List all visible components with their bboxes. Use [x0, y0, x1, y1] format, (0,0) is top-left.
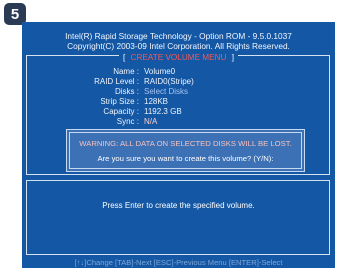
field-disks-label: Disks : — [115, 87, 139, 96]
field-strip-size-label: Strip Size : — [100, 97, 139, 106]
create-confirm-prompt[interactable]: Are you sure you want to create this vol… — [67, 154, 304, 164]
field-strip-size-value[interactable]: 128KB — [144, 97, 168, 107]
field-sync[interactable]: Sync : N/A — [22, 117, 332, 127]
menu-title-bracket-right: ] — [229, 53, 236, 62]
field-raid-level-value[interactable]: RAID0(Stripe) — [144, 77, 194, 87]
header-title: Intel(R) Rapid Storage Technology - Opti… — [65, 31, 292, 41]
field-capacity-value[interactable]: 1192.3 GB — [144, 107, 182, 117]
field-disks[interactable]: Disks : Select Disks — [22, 87, 332, 97]
header-copyright: Copyright(C) 2003-09 Intel Corporation. … — [67, 41, 290, 51]
field-capacity-label: Capacity : — [103, 107, 139, 116]
field-name-value[interactable]: Volume0 — [144, 67, 175, 77]
field-disks-value[interactable]: Select Disks — [144, 87, 188, 97]
menu-title-label: CREATE VOLUME MENU — [129, 53, 228, 62]
field-sync-value[interactable]: N/A — [144, 117, 157, 127]
field-name[interactable]: Name : Volume0 — [22, 67, 332, 77]
field-sync-label: Sync : — [116, 117, 139, 126]
field-name-label: Name : — [113, 67, 139, 76]
help-panel — [26, 180, 330, 255]
field-raid-level-label: RAID Level : — [94, 77, 139, 86]
field-capacity[interactable]: Capacity : 1192.3 GB — [22, 107, 332, 117]
bios-screen: Intel(R) Rapid Storage Technology - Opti… — [22, 22, 335, 268]
field-strip-size[interactable]: Strip Size : 128KB — [22, 97, 332, 107]
key-hints-footer: [↑↓]Change [TAB]-Next [ESC]-Previous Men… — [74, 258, 283, 267]
menu-title-bracket-left: [ — [121, 53, 128, 62]
field-raid-level[interactable]: RAID Level : RAID0(Stripe) — [22, 77, 332, 87]
help-prompt-text: Press Enter to create the specified volu… — [102, 201, 255, 210]
data-loss-warning: WARNING: ALL DATA ON SELECTED DISKS WILL… — [79, 139, 292, 148]
confirm-dialog[interactable]: WARNING: ALL DATA ON SELECTED DISKS WILL… — [66, 129, 305, 172]
menu-title: [ CREATE VOLUME MENU ] — [22, 53, 335, 63]
